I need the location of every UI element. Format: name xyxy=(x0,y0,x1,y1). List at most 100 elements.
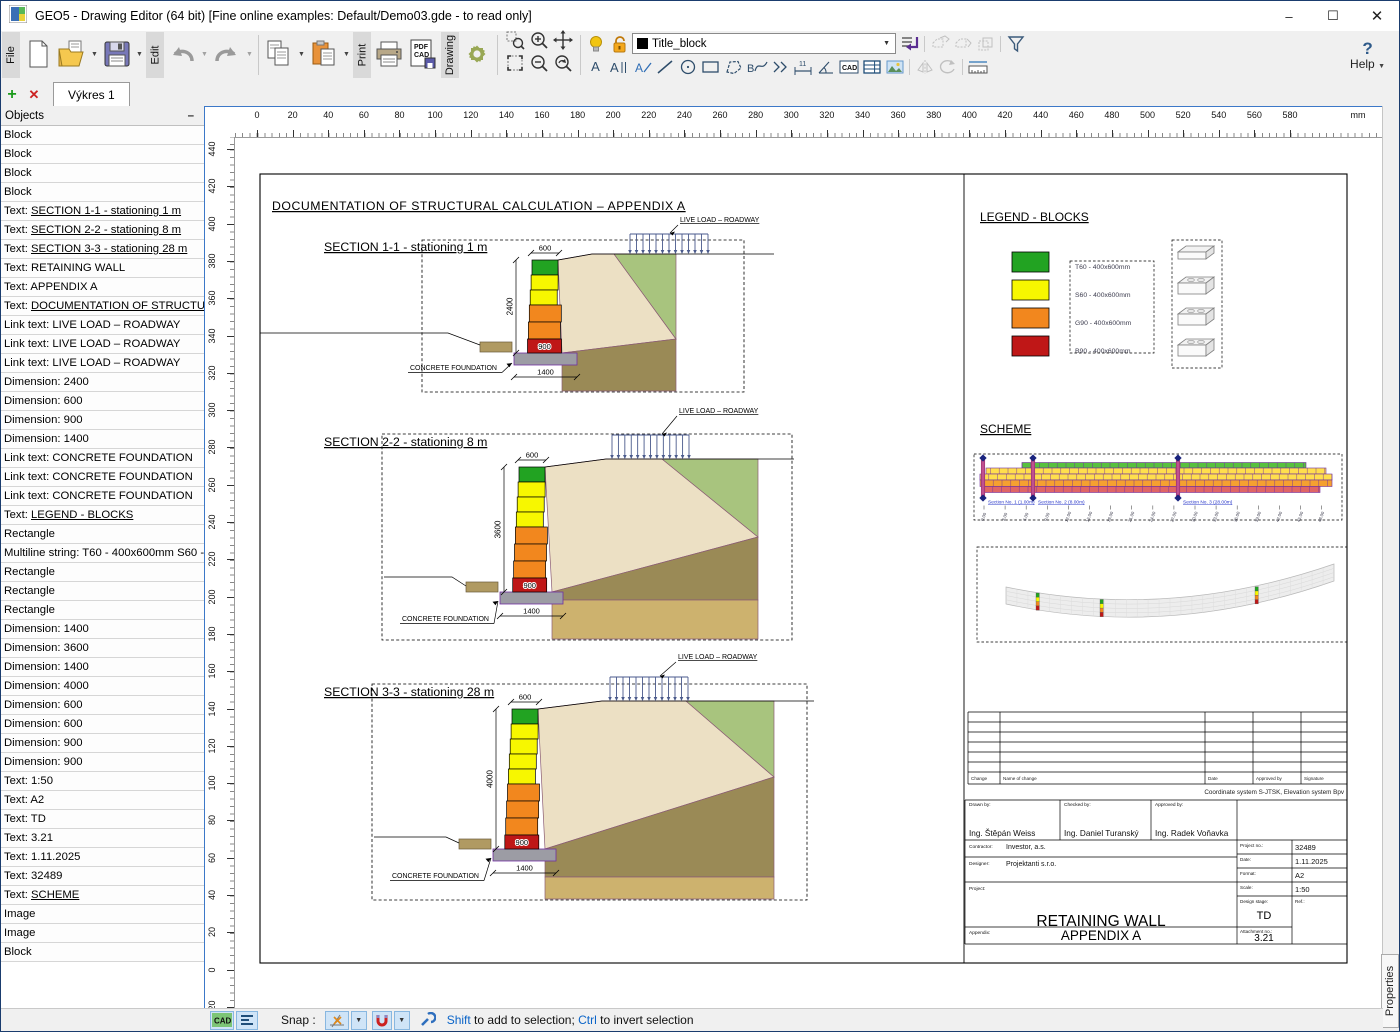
magnet-snap-dropdown[interactable]: ▼ xyxy=(393,1010,410,1030)
zoom-previous-icon[interactable] xyxy=(553,53,573,78)
apply-properties-icon[interactable] xyxy=(951,33,974,55)
list-item[interactable]: Text: APPENDIX A xyxy=(1,278,204,297)
snap-mode-dropdown[interactable]: ▼ xyxy=(350,1010,367,1030)
list-item[interactable]: Text: 1.11.2025 xyxy=(1,848,204,867)
list-item[interactable]: Dimension: 2400 xyxy=(1,373,204,392)
list-item[interactable]: Dimension: 900 xyxy=(1,411,204,430)
list-item[interactable]: Text: 3.21 xyxy=(1,829,204,848)
list-item[interactable]: Block xyxy=(1,943,204,962)
move-to-layer-icon[interactable] xyxy=(898,33,921,55)
list-item[interactable]: Link text: CONCRETE FOUNDATION xyxy=(1,468,204,487)
undo-button[interactable] xyxy=(165,31,199,77)
zoom-select-icon[interactable] xyxy=(505,30,525,55)
list-item[interactable]: Dimension: 600 xyxy=(1,696,204,715)
hatch-tool-icon[interactable] xyxy=(768,56,791,78)
layer-lock-icon[interactable] xyxy=(607,33,630,55)
layer-visibility-bulb-icon[interactable] xyxy=(584,33,607,55)
list-item[interactable]: Link text: CONCRETE FOUNDATION xyxy=(1,487,204,506)
list-item[interactable]: Block xyxy=(1,164,204,183)
list-item[interactable]: Image xyxy=(1,905,204,924)
copy-dropdown[interactable]: ▼ xyxy=(296,31,307,77)
table-tool-icon[interactable] xyxy=(860,56,883,78)
list-item[interactable]: Block xyxy=(1,145,204,164)
zoom-out-icon[interactable] xyxy=(529,53,549,78)
line-tool-icon[interactable] xyxy=(653,56,676,78)
pan-icon[interactable] xyxy=(553,30,573,55)
paste-dropdown[interactable]: ▼ xyxy=(341,31,352,77)
rotate-icon[interactable] xyxy=(936,56,959,78)
layer-combo-arrow[interactable]: ▼ xyxy=(880,40,893,47)
circle-tool-icon[interactable] xyxy=(676,56,699,78)
list-item[interactable]: Dimension: 3600 xyxy=(1,639,204,658)
list-item[interactable]: Dimension: 900 xyxy=(1,753,204,772)
list-item[interactable]: Link text: LIVE LOAD – ROADWAY xyxy=(1,335,204,354)
redo-button[interactable] xyxy=(210,31,244,77)
list-item[interactable]: Dimension: 600 xyxy=(1,392,204,411)
list-item[interactable]: Text: 32489 xyxy=(1,867,204,886)
layer-combo[interactable]: Title_block ▼ xyxy=(632,33,896,54)
multiline-text-tool-icon[interactable]: A xyxy=(607,56,630,78)
list-item[interactable]: Text: SECTION 2-2 - stationing 8 m xyxy=(1,221,204,240)
rectangle-tool-icon[interactable] xyxy=(699,56,722,78)
list-item[interactable]: Text: SECTION 1-1 - stationing 1 m xyxy=(1,202,204,221)
minimize-button[interactable]: – xyxy=(1267,2,1311,31)
list-item[interactable]: Text: SECTION 3-3 - stationing 28 m xyxy=(1,240,204,259)
drawing-area[interactable]: DOCUMENTATION OF STRUCTURAL CALCULATION … xyxy=(234,137,1382,1008)
list-item[interactable]: Dimension: 600 xyxy=(1,715,204,734)
snap-mode-button[interactable] xyxy=(324,1010,349,1030)
image-tool-icon[interactable] xyxy=(883,56,906,78)
cad-import-icon[interactable]: CAD xyxy=(837,56,860,78)
edit-menu[interactable]: Edit xyxy=(146,32,164,78)
settings-gear-button[interactable] xyxy=(460,31,494,77)
list-item[interactable]: Rectangle xyxy=(1,563,204,582)
list-item[interactable]: Text: 1:50 xyxy=(1,772,204,791)
collapse-panel-button[interactable]: – xyxy=(182,110,200,122)
section-2-drawing[interactable]: 900 3600 600 1400 LIVE LOAD – ROADWAY CONCRET… xyxy=(324,408,794,641)
list-item[interactable]: Link text: CONCRETE FOUNDATION xyxy=(1,449,204,468)
list-item[interactable]: Dimension: 1400 xyxy=(1,430,204,449)
list-item[interactable]: Block xyxy=(1,126,204,145)
magnet-snap-button[interactable] xyxy=(371,1010,392,1030)
list-item[interactable]: Image xyxy=(1,924,204,943)
maximize-button[interactable]: ☐ xyxy=(1311,2,1355,31)
dimension-tool-icon[interactable]: 11 xyxy=(791,56,814,78)
angle-dimension-tool-icon[interactable] xyxy=(814,56,837,78)
list-item[interactable]: Text: LEGEND - BLOCKS xyxy=(1,506,204,525)
properties-tab[interactable]: Properties xyxy=(1381,954,1399,1028)
list-item[interactable]: Block xyxy=(1,183,204,202)
sheet-tab-vykres-1[interactable]: Výkres 1 xyxy=(53,82,130,106)
list-item[interactable]: Text: RETAINING WALL xyxy=(1,259,204,278)
pdf-cad-export-button[interactable]: PDF CAD xyxy=(406,31,440,77)
print-button[interactable] xyxy=(372,31,406,77)
section-3-drawing[interactable]: 900 4000 600 1400 LIVE LOAD – ROADWAY CONCRET… xyxy=(324,654,814,901)
list-item[interactable]: Text: DOCUMENTATION OF STRUCTURAL CALCUL… xyxy=(1,297,204,316)
zoom-window-icon[interactable] xyxy=(505,53,525,78)
copy-button[interactable] xyxy=(262,31,296,77)
close-button[interactable]: ✕ xyxy=(1355,2,1399,31)
list-item[interactable]: Rectangle xyxy=(1,582,204,601)
remove-sheet-button[interactable]: ✕ xyxy=(23,84,45,106)
mirror-icon[interactable] xyxy=(913,56,936,78)
leader-text-tool-icon[interactable]: A xyxy=(630,56,653,78)
print-menu[interactable]: Print xyxy=(353,32,371,78)
list-item[interactable]: Link text: LIVE LOAD – ROADWAY xyxy=(1,316,204,335)
zoom-in-icon[interactable] xyxy=(529,30,549,55)
undo-dropdown[interactable]: ▼ xyxy=(199,31,210,77)
spline-tool-icon[interactable]: B xyxy=(745,56,768,78)
duplicate-object-icon[interactable] xyxy=(974,33,997,55)
section-1-drawing[interactable]: 900 2400 600 1400 LIVE LOAD – ROADWAY CONCRET… xyxy=(260,217,774,393)
file-menu[interactable]: File xyxy=(2,32,20,78)
list-item[interactable]: Text: TD xyxy=(1,810,204,829)
wrench-settings-icon[interactable] xyxy=(419,1011,436,1029)
filter-icon[interactable] xyxy=(1004,33,1027,55)
drawing-menu[interactable]: Drawing xyxy=(441,32,459,78)
object-list-toggle[interactable] xyxy=(236,1010,258,1030)
title-block[interactable]: Change Name of change Date Approved by Signa… xyxy=(964,711,1348,945)
list-item[interactable]: Multiline string: T60 - 400x600mm S60 - … xyxy=(1,544,204,563)
scheme[interactable]: SCHEME Section No. 1 (1.00m) Section No. 2… xyxy=(973,422,1348,643)
redo-dropdown[interactable]: ▼ xyxy=(244,31,255,77)
list-item[interactable]: Dimension: 1400 xyxy=(1,658,204,677)
new-file-button[interactable] xyxy=(21,31,55,77)
text-tool-icon[interactable]: A xyxy=(584,56,607,78)
list-item[interactable]: Rectangle xyxy=(1,525,204,544)
